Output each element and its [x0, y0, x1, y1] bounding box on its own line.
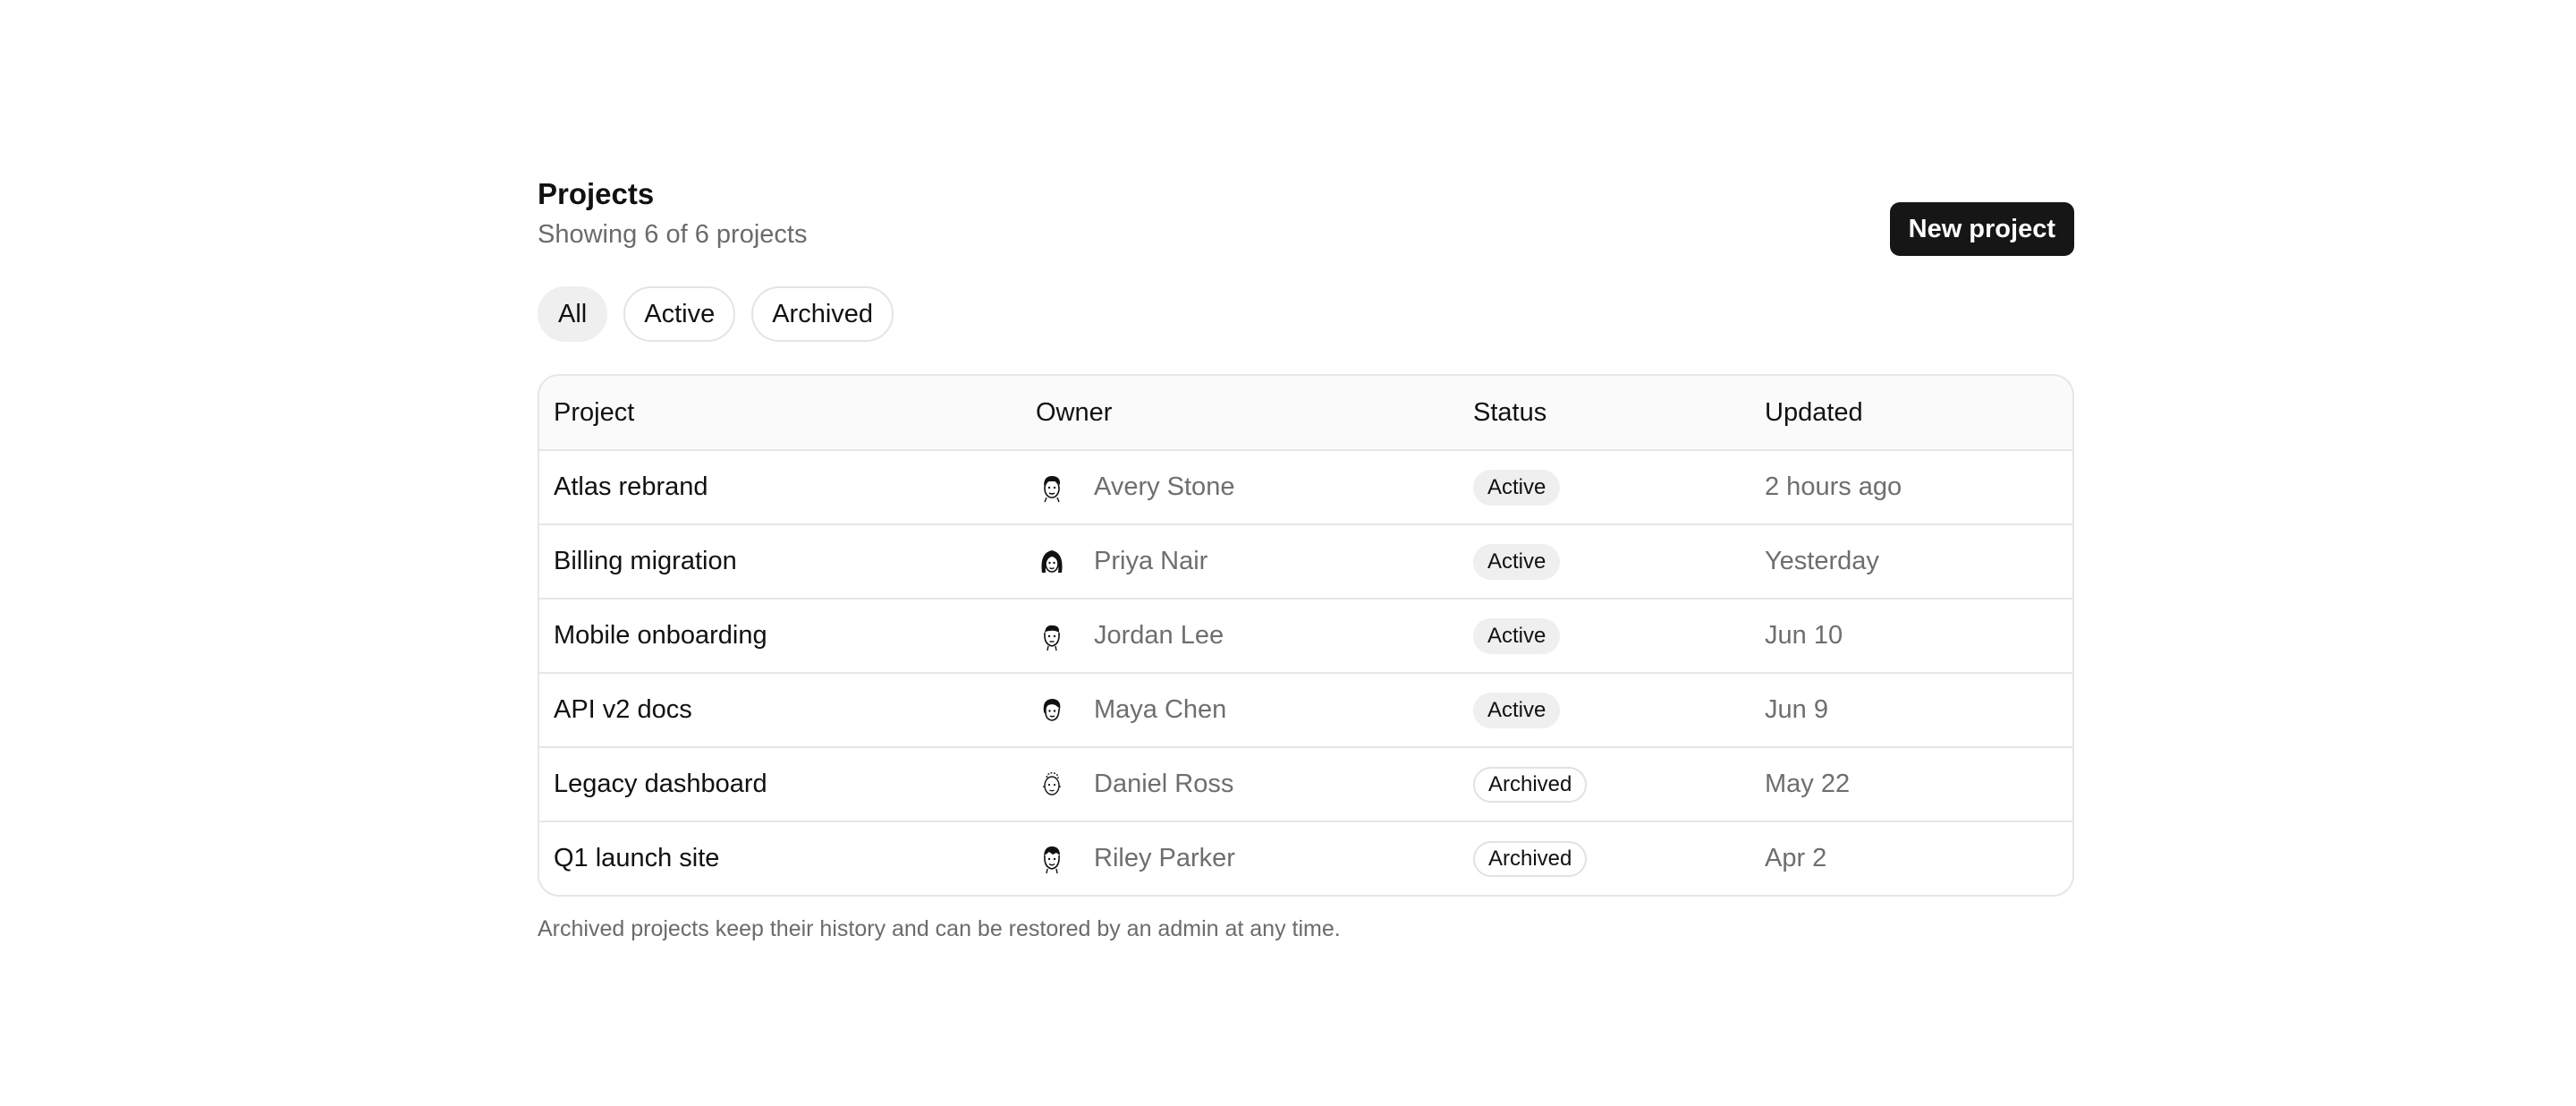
status-cell: Archived	[1473, 748, 1588, 821]
avatar-icon	[1036, 472, 1068, 504]
updated-time: Apr 2	[1765, 844, 1827, 872]
table-row[interactable]: Atlas rebrand Avery Stone Active 2 hours…	[539, 449, 2072, 523]
filter-chips: All Active Archived	[538, 286, 894, 342]
filter-active[interactable]: Active	[623, 286, 736, 342]
projects-panel: Projects Showing 6 of 6 projects New pro…	[538, 175, 2074, 941]
project-name: API v2 docs	[554, 695, 692, 724]
owner-name: Jordan Lee	[1094, 621, 1224, 650]
filter-archived[interactable]: Archived	[751, 286, 894, 342]
table-row[interactable]: Legacy dashboard Daniel Ross Archived Ma…	[539, 746, 2072, 821]
updated-time: 2 hours ago	[1765, 472, 1902, 501]
updated-time: May 22	[1765, 770, 1851, 798]
updated-time: Yesterday	[1765, 547, 1879, 575]
owner-cell: Daniel Ross	[1036, 748, 1233, 821]
owner-name: Riley Parker	[1094, 844, 1235, 872]
status-badge: Active	[1473, 469, 1561, 506]
avatar-icon	[1036, 843, 1068, 875]
owner-cell: Maya Chen	[1036, 674, 1226, 746]
project-name: Billing migration	[554, 547, 737, 575]
avatar-icon	[1036, 694, 1068, 727]
owner-name: Daniel Ross	[1094, 770, 1234, 798]
column-header-status[interactable]: Status	[1473, 376, 1546, 449]
status-cell: Active	[1473, 674, 1561, 746]
status-cell: Active	[1473, 451, 1561, 523]
updated-time: Jun 9	[1765, 695, 1828, 724]
status-cell: Active	[1473, 525, 1561, 598]
status-badge: Active	[1473, 543, 1561, 580]
table-row[interactable]: Q1 launch site Riley Parker Archived Apr…	[539, 821, 2072, 895]
status-cell: Archived	[1473, 822, 1588, 895]
avatar-icon	[1036, 620, 1068, 652]
owner-cell: Priya Nair	[1036, 525, 1208, 598]
avatar-icon	[1036, 769, 1068, 801]
project-name: Mobile onboarding	[554, 621, 767, 650]
avatar-icon	[1036, 546, 1068, 578]
status-cell: Active	[1473, 600, 1561, 672]
table-header: Project Owner Status Updated	[539, 376, 2072, 449]
archive-footnote: Archived projects keep their history and…	[538, 916, 1341, 941]
owner-name: Priya Nair	[1094, 547, 1208, 575]
owner-cell: Jordan Lee	[1036, 600, 1224, 672]
updated-time: Jun 10	[1765, 621, 1843, 650]
table-row[interactable]: Mobile onboarding Jordan Lee Active Jun …	[539, 598, 2072, 672]
page-title: Projects	[538, 177, 655, 210]
page-header: Projects Showing 6 of 6 projects New pro…	[538, 175, 2074, 267]
owner-name: Maya Chen	[1094, 695, 1227, 724]
project-count: Showing 6 of 6 projects	[538, 220, 808, 249]
owner-name: Avery Stone	[1094, 472, 1235, 501]
status-badge: Active	[1473, 692, 1561, 728]
status-badge: Active	[1473, 617, 1561, 654]
project-name: Legacy dashboard	[554, 770, 767, 798]
owner-cell: Riley Parker	[1036, 822, 1235, 895]
project-name: Atlas rebrand	[554, 472, 708, 501]
owner-cell: Avery Stone	[1036, 451, 1234, 523]
projects-table: Project Owner Status Updated Atlas rebra…	[538, 374, 2074, 897]
column-header-owner[interactable]: Owner	[1036, 376, 1112, 449]
column-header-updated[interactable]: Updated	[1765, 376, 1863, 449]
table-row[interactable]: Billing migration Priya Nair Active Yest…	[539, 523, 2072, 598]
status-badge: Archived	[1473, 840, 1588, 877]
table-row[interactable]: API v2 docs Maya Chen Active Jun 9	[539, 672, 2072, 746]
column-header-project[interactable]: Project	[554, 376, 634, 449]
filter-all[interactable]: All	[538, 286, 608, 342]
new-project-button[interactable]: New project	[1889, 202, 2074, 256]
status-badge: Archived	[1473, 766, 1588, 803]
project-name: Q1 launch site	[554, 844, 720, 872]
